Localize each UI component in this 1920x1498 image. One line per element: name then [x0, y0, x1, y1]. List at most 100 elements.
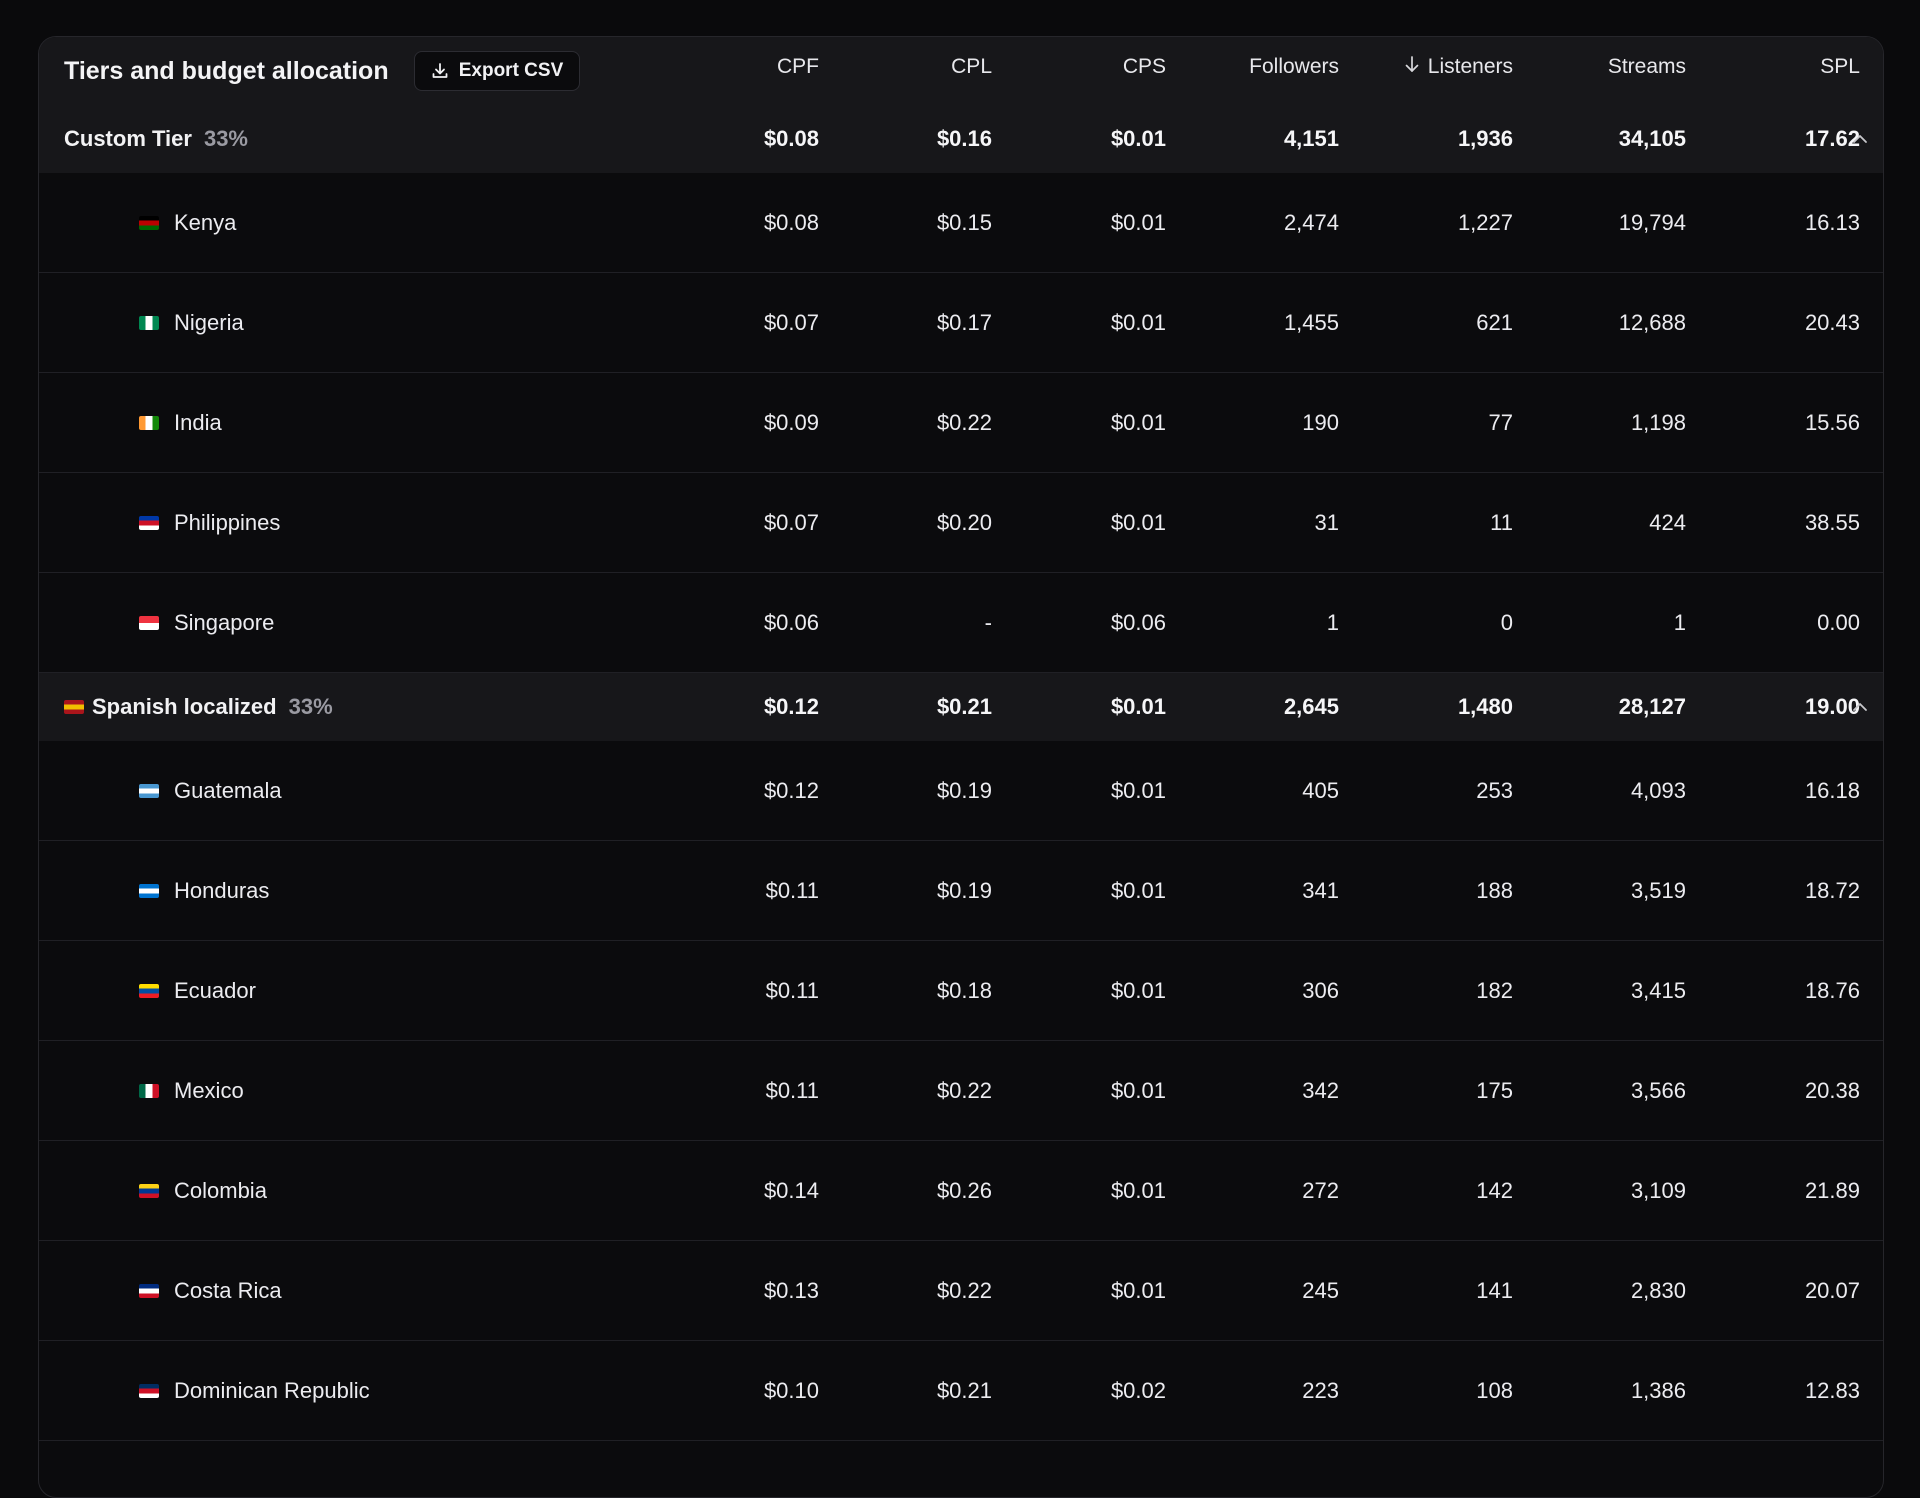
table-row[interactable]: Philippines $0.07 $0.20 $0.01 31 11 424 38.55: [39, 473, 1883, 573]
chevron-up-icon[interactable]: [1851, 105, 1869, 173]
column-header-listeners[interactable]: Listeners: [1404, 55, 1513, 79]
tier-group-row[interactable]: Custom Tier 33% $0.08 $0.16 $0.01 4,151 1,936 3…: [39, 105, 1883, 173]
export-csv-button[interactable]: Export CSV: [414, 51, 580, 91]
country-listeners-value: 175: [1476, 1077, 1513, 1103]
sort-descending-icon: [1404, 55, 1420, 79]
flag-hn-icon: [139, 883, 159, 898]
country-spl-value: 20.43: [1804, 309, 1860, 335]
country-cps-value: $0.01: [1110, 409, 1166, 435]
country-name: Dominican Republic: [174, 1377, 370, 1403]
country-spl-value: 0.00: [1817, 609, 1860, 635]
country-cpf-value: $0.07: [763, 309, 819, 335]
table-row[interactable]: Costa Rica $0.13 $0.22 $0.01 245 141 2,830 20.0…: [39, 1241, 1883, 1341]
country-name-cell: India: [139, 373, 222, 472]
country-name-cell: Kenya: [139, 173, 236, 272]
tier-percent: 33%: [288, 694, 333, 719]
country-spl-value: 38.55: [1804, 509, 1860, 535]
country-followers-value: 245: [1302, 1277, 1339, 1303]
country-name-cell: Guatemala: [139, 741, 282, 840]
column-header-cps[interactable]: CPS: [1123, 55, 1166, 79]
country-listeners-value: 77: [1488, 409, 1513, 435]
country-streams-value: 1,198: [1630, 409, 1686, 435]
table-header: Tiers and budget allocation Export CSV C…: [39, 37, 1883, 105]
table-row[interactable]: Singapore $0.06 - $0.06 1 0 1 0.00: [39, 573, 1883, 673]
table-row[interactable]: Kenya $0.08 $0.15 $0.01 2,474 1,227 19,794 16.1…: [39, 173, 1883, 273]
table-row[interactable]: Honduras $0.11 $0.19 $0.01 341 188 3,519 18.72: [39, 841, 1883, 941]
country-streams-value: 3,519: [1630, 877, 1686, 903]
country-cpf-value: $0.12: [763, 777, 819, 803]
chevron-up-icon[interactable]: [1851, 673, 1869, 741]
country-followers-value: 272: [1302, 1177, 1339, 1203]
country-name: Philippines: [174, 509, 281, 535]
table-row[interactable]: Mexico $0.11 $0.22 $0.01 342 175 3,566 20.38: [39, 1041, 1883, 1141]
country-listeners-value: 108: [1476, 1377, 1513, 1403]
country-name: Nigeria: [174, 309, 244, 335]
country-cpf-value: $0.06: [763, 609, 819, 635]
country-name: Mexico: [174, 1077, 244, 1103]
country-streams-value: 19,794: [1618, 209, 1686, 235]
table-row[interactable]: Colombia $0.14 $0.26 $0.01 272 142 3,109 21.89: [39, 1141, 1883, 1241]
country-listeners-value: 253: [1476, 777, 1513, 803]
table-row[interactable]: Guatemala $0.12 $0.19 $0.01 405 253 4,093 16.18: [39, 741, 1883, 841]
country-streams-value: 1: [1673, 609, 1686, 635]
table-row[interactable]: Dominican Republic $0.10 $0.21 $0.02 223 108 1…: [39, 1341, 1883, 1441]
country-followers-value: 223: [1302, 1377, 1339, 1403]
flag-mx-icon: [139, 1083, 159, 1098]
flag-co-icon: [139, 1183, 159, 1198]
country-streams-value: 1,386: [1630, 1377, 1686, 1403]
country-listeners-value: 621: [1476, 309, 1513, 335]
tier-listeners-value: 1,480: [1457, 694, 1513, 719]
country-name: Singapore: [174, 609, 275, 635]
country-name: Kenya: [174, 209, 237, 235]
country-listeners-value: 188: [1476, 877, 1513, 903]
column-header-cpf[interactable]: CPF: [777, 55, 819, 79]
tier-name: Custom Tier: [64, 126, 192, 151]
country-streams-value: 12,688: [1618, 309, 1686, 335]
tier-group-row[interactable]: Spanish localized 33% $0.12 $0.21 $0.01 2,645…: [39, 673, 1883, 741]
country-cpl-value: $0.22: [936, 1077, 992, 1103]
country-cps-value: $0.01: [1110, 1077, 1166, 1103]
tier-cpf-value: $0.12: [763, 694, 819, 719]
export-csv-label: Export CSV: [458, 60, 564, 81]
page-title: Tiers and budget allocation: [64, 57, 389, 85]
country-spl-value: 16.13: [1804, 209, 1860, 235]
tier-followers-value: 4,151: [1283, 126, 1339, 151]
flag-ng-icon: [139, 315, 159, 330]
country-followers-value: 190: [1302, 409, 1339, 435]
column-header-followers[interactable]: Followers: [1249, 55, 1339, 79]
country-streams-value: 3,415: [1630, 977, 1686, 1003]
country-streams-value: 3,566: [1630, 1077, 1686, 1103]
download-icon: [431, 62, 449, 80]
country-spl-value: 18.76: [1804, 977, 1860, 1003]
flag-ec-icon: [139, 983, 159, 998]
country-name: Colombia: [174, 1177, 267, 1203]
column-header-cpl[interactable]: CPL: [951, 55, 992, 79]
flag-cr-icon: [139, 1283, 159, 1298]
country-cpl-value: $0.26: [936, 1177, 992, 1203]
tier-name-cell: Spanish localized 33%: [64, 673, 333, 741]
table-row[interactable]: India $0.09 $0.22 $0.01 190 77 1,198 15.56: [39, 373, 1883, 473]
country-followers-value: 1,455: [1283, 309, 1339, 335]
country-cps-value: $0.01: [1110, 309, 1166, 335]
country-followers-value: 31: [1314, 509, 1339, 535]
tier-streams-value: 34,105: [1618, 126, 1686, 151]
country-name: Ecuador: [174, 977, 256, 1003]
country-cps-value: $0.01: [1110, 777, 1166, 803]
country-listeners-value: 141: [1476, 1277, 1513, 1303]
tier-cpl-value: $0.16: [936, 126, 992, 151]
country-followers-value: 342: [1302, 1077, 1339, 1103]
column-header-spl[interactable]: SPL: [1820, 55, 1860, 79]
column-header-streams[interactable]: Streams: [1608, 55, 1686, 79]
tier-cps-value: $0.01: [1110, 694, 1166, 719]
country-cps-value: $0.01: [1110, 877, 1166, 903]
country-spl-value: 18.72: [1804, 877, 1860, 903]
country-cpl-value: $0.22: [936, 1277, 992, 1303]
country-streams-value: 4,093: [1630, 777, 1686, 803]
table-row[interactable]: Ecuador $0.11 $0.18 $0.01 306 182 3,415 18.76: [39, 941, 1883, 1041]
country-name: Costa Rica: [174, 1277, 282, 1303]
tier-cps-value: $0.01: [1110, 126, 1166, 151]
country-followers-value: 405: [1302, 777, 1339, 803]
country-cps-value: $0.01: [1110, 1277, 1166, 1303]
country-listeners-value: 182: [1476, 977, 1513, 1003]
table-row[interactable]: Nigeria $0.07 $0.17 $0.01 1,455 621 12,688 20.4…: [39, 273, 1883, 373]
